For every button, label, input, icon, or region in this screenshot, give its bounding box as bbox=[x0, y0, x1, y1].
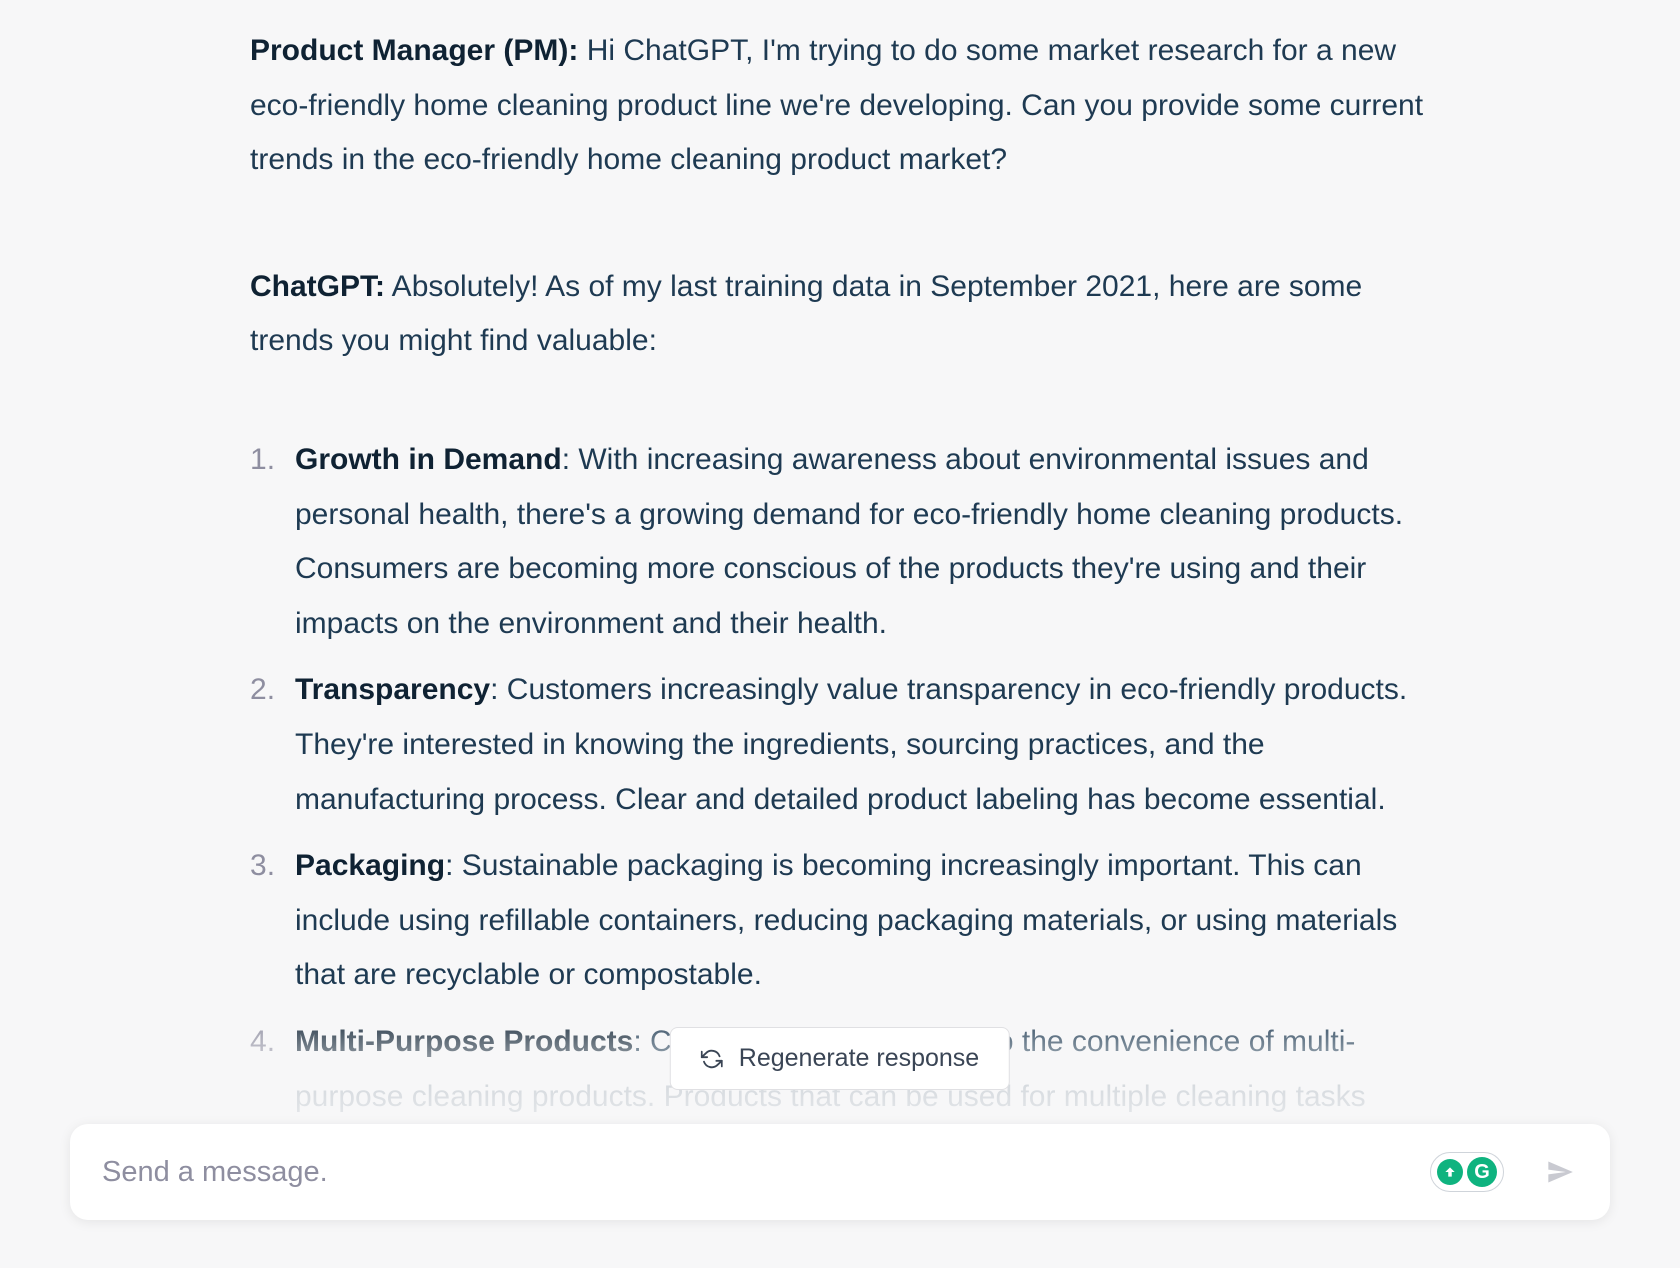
assistant-speaker-label: ChatGPT: bbox=[250, 270, 385, 303]
trend-body: : Sustainable packaging is becoming incr… bbox=[295, 849, 1397, 991]
user-message: Product Manager (PM): Hi ChatGPT, I'm tr… bbox=[250, 24, 1430, 188]
user-speaker-label: Product Manager (PM): bbox=[250, 34, 578, 67]
list-item: Transparency: Customers increasingly val… bbox=[250, 663, 1430, 827]
send-button[interactable] bbox=[1542, 1154, 1578, 1190]
assistant-intro-text: ChatGPT: Absolutely! As of my last train… bbox=[250, 260, 1430, 369]
list-item: Packaging: Sustainable packaging is beco… bbox=[250, 839, 1430, 1003]
assistant-intro-body: Absolutely! As of my last training data … bbox=[250, 270, 1362, 358]
trend-title: Packaging bbox=[295, 849, 445, 882]
input-icons-group: G bbox=[1430, 1152, 1578, 1192]
grammarly-badge[interactable]: G bbox=[1430, 1152, 1504, 1192]
send-icon bbox=[1546, 1158, 1574, 1186]
trend-title: Growth in Demand bbox=[295, 443, 562, 476]
user-message-text: Product Manager (PM): Hi ChatGPT, I'm tr… bbox=[250, 24, 1430, 188]
message-input[interactable] bbox=[102, 1156, 1430, 1189]
regenerate-label: Regenerate response bbox=[739, 1044, 979, 1073]
grammarly-arrow-icon bbox=[1437, 1159, 1463, 1185]
grammarly-logo-icon: G bbox=[1467, 1157, 1497, 1187]
trend-title: Multi-Purpose Products bbox=[295, 1025, 633, 1058]
trend-list: Growth in Demand: With increasing awaren… bbox=[250, 433, 1430, 1233]
trend-title: Transparency bbox=[295, 673, 490, 706]
message-input-container: G bbox=[70, 1124, 1610, 1220]
list-item: Growth in Demand: With increasing awaren… bbox=[250, 433, 1430, 651]
refresh-icon bbox=[701, 1048, 723, 1070]
regenerate-button[interactable]: Regenerate response bbox=[670, 1027, 1010, 1090]
